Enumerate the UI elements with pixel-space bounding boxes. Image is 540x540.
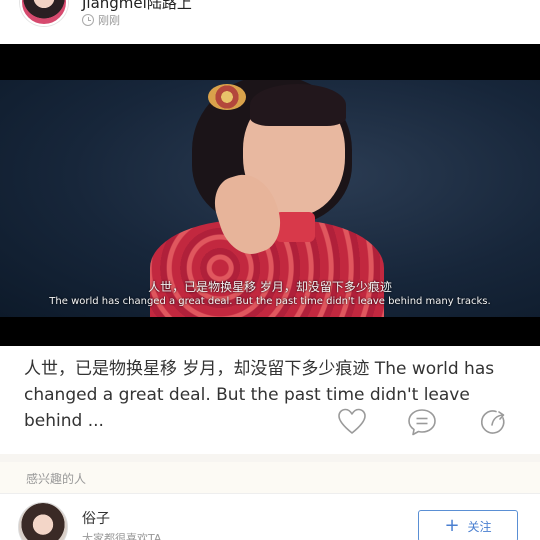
- post-time: 刚刚: [82, 12, 120, 28]
- share-icon: [481, 410, 505, 434]
- recommend-user-avatar[interactable]: [18, 502, 68, 540]
- share-button[interactable]: [478, 406, 510, 438]
- recommend-title: 感兴趣的人: [26, 472, 87, 486]
- clock-icon: [82, 14, 94, 26]
- recommend-user-name[interactable]: 俗子: [82, 508, 110, 528]
- video-figure-ornament: [208, 84, 246, 110]
- follow-button-label: 关注: [467, 519, 492, 534]
- section-divider: [0, 454, 540, 462]
- video-figure-bangs: [250, 84, 346, 126]
- post-time-label: 刚刚: [98, 14, 120, 27]
- post-caption[interactable]: 人世，已是物换星移 岁月，却没留下多少痕迹 The world has chan…: [24, 356, 516, 434]
- comment-button[interactable]: [406, 406, 438, 438]
- follow-button[interactable]: + 关注: [418, 510, 518, 540]
- heart-icon: [338, 408, 366, 434]
- recommend-user-row[interactable]: 俗子 大家都很喜欢TA + 关注: [0, 494, 540, 540]
- like-button[interactable]: [336, 406, 368, 438]
- plus-icon: +: [444, 515, 460, 536]
- video-subtitle-chinese: 人世，已是物换星移 岁月，却没留下多少痕迹: [148, 280, 392, 294]
- video-subtitle-english: The world has changed a great deal. But …: [49, 296, 491, 307]
- post-header: Jiangmei陆路上 刚刚: [0, 0, 540, 44]
- author-avatar[interactable]: [20, 0, 68, 26]
- recommend-user-desc: 大家都很喜欢TA: [82, 532, 162, 540]
- video-player[interactable]: 人世，已是物换星移 岁月，却没留下多少痕迹 The world has chan…: [0, 44, 540, 346]
- comment-icon: [408, 409, 436, 436]
- video-figure-collar: [275, 212, 315, 242]
- recommend-header: 感兴趣的人: [0, 462, 540, 494]
- video-frame[interactable]: 人世，已是物换星移 岁月，却没留下多少痕迹 The world has chan…: [0, 80, 540, 317]
